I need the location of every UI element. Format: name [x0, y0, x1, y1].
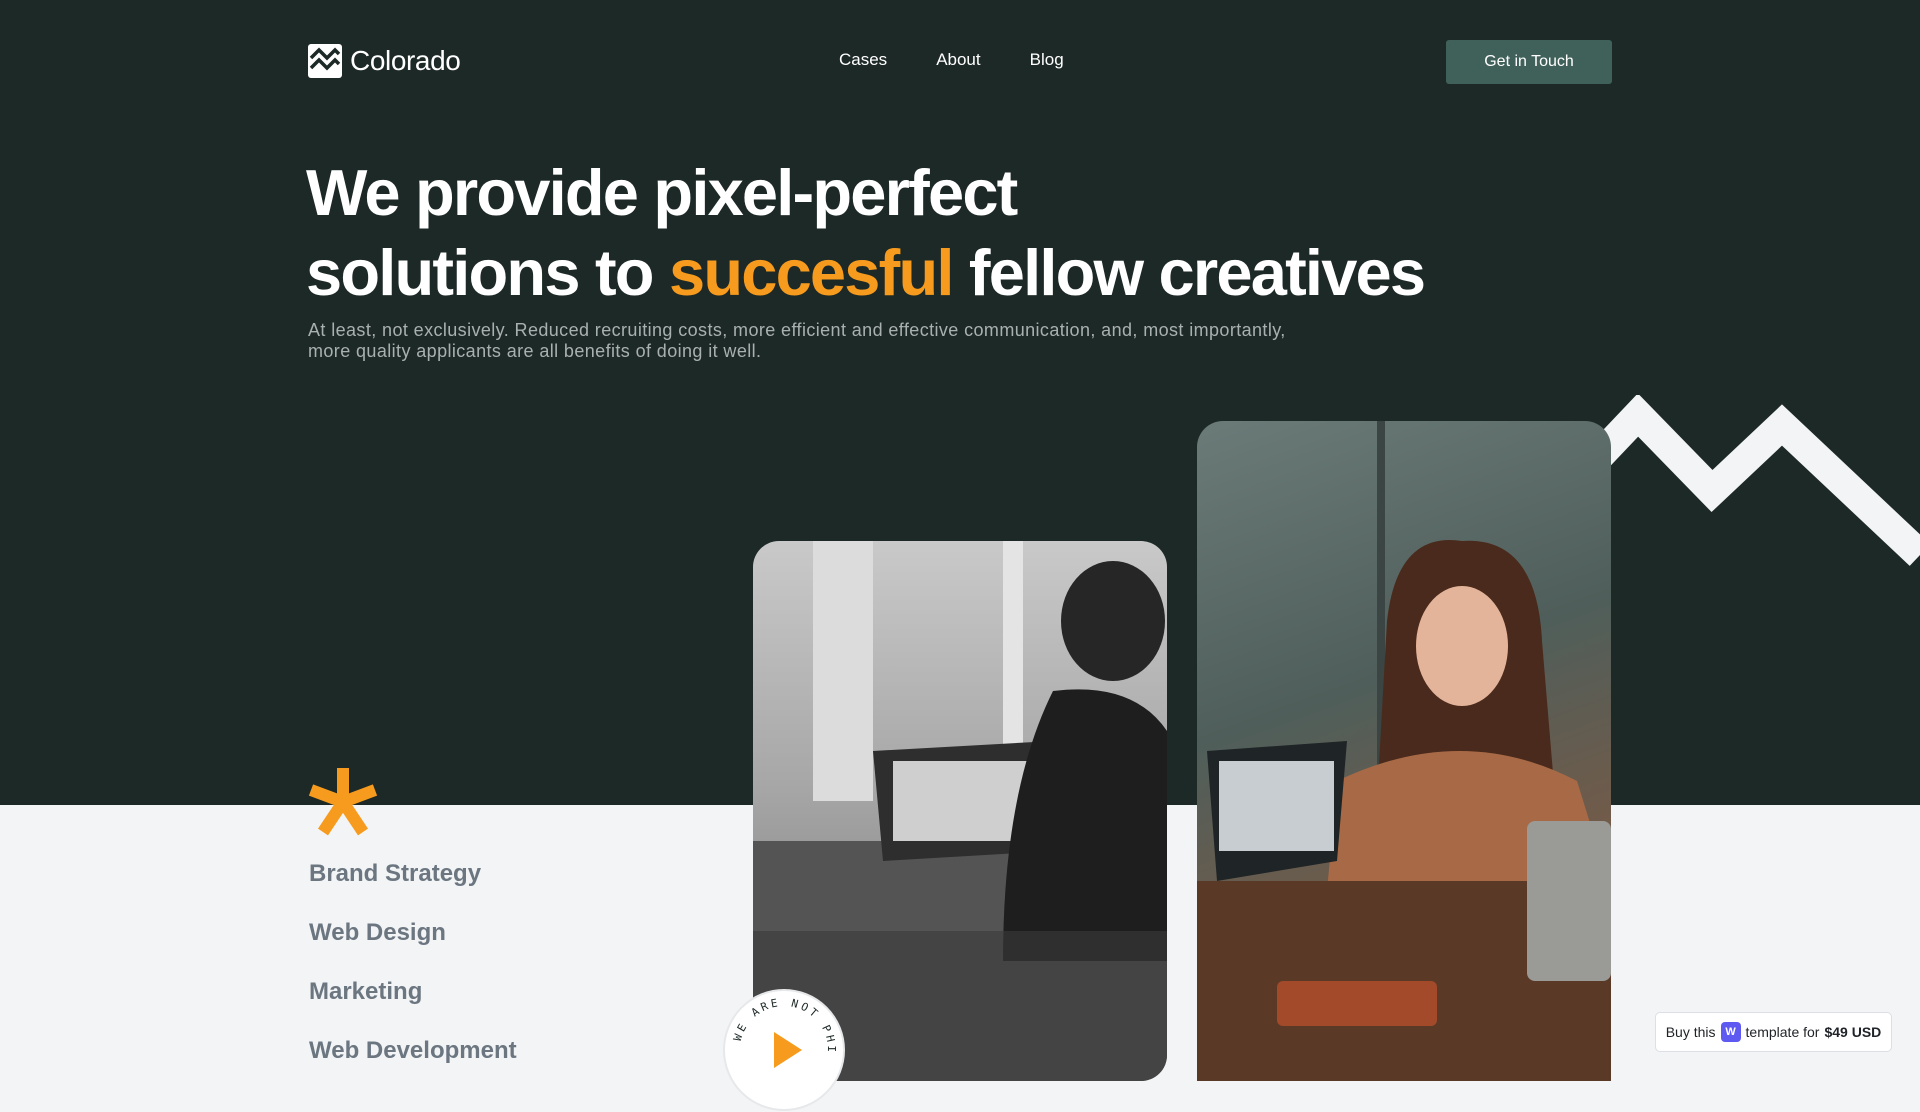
- nav-links: Cases About Blog: [839, 50, 1064, 70]
- buy-template-badge[interactable]: Buy this W template for $49 USD: [1655, 1012, 1892, 1052]
- headline-highlight: succesful: [668, 236, 954, 309]
- service-item-web-development[interactable]: Web Development: [309, 1037, 517, 1096]
- buy-suffix: template for: [1745, 1024, 1820, 1040]
- nav-link-blog[interactable]: Blog: [1030, 50, 1064, 70]
- hero-subtext: At least, not exclusively. Reduced recru…: [308, 320, 1286, 361]
- asterisk-icon: [308, 768, 378, 836]
- hero-headline: We provide pixel-perfect solutions to su…: [306, 153, 1506, 313]
- photo-woman-smiling: [1197, 421, 1611, 1081]
- service-item-brand-strategy[interactable]: Brand Strategy: [309, 860, 517, 919]
- buy-price: $49 USD: [1824, 1024, 1882, 1040]
- headline-line-1: We provide pixel-perfect: [306, 156, 1018, 229]
- service-item-marketing[interactable]: Marketing: [309, 978, 517, 1037]
- zigzag-decoration: [1600, 395, 1920, 566]
- service-item-web-design[interactable]: Web Design: [309, 919, 517, 978]
- top-nav: Colorado Cases About Blog Get in Touch: [308, 40, 1612, 86]
- nav-link-cases[interactable]: Cases: [839, 50, 887, 70]
- webflow-icon: W: [1720, 1022, 1741, 1042]
- play-video-badge[interactable]: WE ARE NOT PHI: [722, 988, 846, 1112]
- headline-line-2-start: solutions to: [306, 236, 655, 309]
- nav-link-about[interactable]: About: [936, 50, 980, 70]
- mountain-logo-icon: [308, 44, 342, 78]
- services-list: Brand Strategy Web Design Marketing Web …: [309, 860, 517, 1096]
- brand-name: Colorado: [350, 45, 461, 76]
- brand-logo[interactable]: Colorado: [308, 44, 461, 78]
- woman-smiling-illustration: [1197, 421, 1611, 1081]
- get-in-touch-button[interactable]: Get in Touch: [1446, 40, 1612, 84]
- buy-prefix: Buy this: [1665, 1024, 1716, 1040]
- headline-line-2-end: fellow creatives: [968, 236, 1426, 309]
